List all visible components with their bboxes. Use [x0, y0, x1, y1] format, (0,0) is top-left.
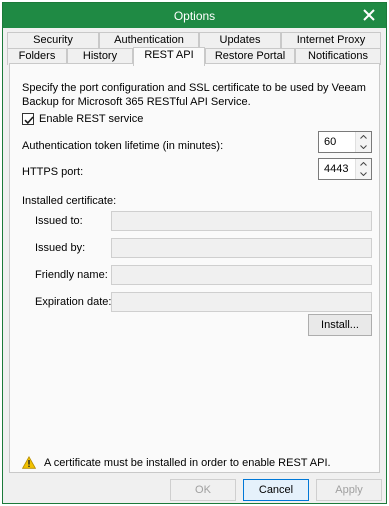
checkmark-icon	[24, 116, 34, 125]
expiration-date-label: Expiration date:	[35, 296, 112, 308]
certificate-warning: A certificate must be installed in order…	[22, 456, 331, 469]
tab-security[interactable]: Security	[7, 32, 99, 49]
issued-to-label: Issued to:	[35, 215, 83, 227]
tab-label: Notifications	[308, 50, 368, 62]
https-port-label: HTTPS port:	[22, 166, 84, 178]
enable-rest-service-checkbox[interactable]	[22, 113, 34, 125]
ok-button[interactable]: OK	[170, 479, 236, 501]
options-dialog: Options Security Authentication Updates …	[2, 2, 387, 504]
title-bar[interactable]: Options	[3, 3, 386, 28]
friendly-name-label: Friendly name:	[35, 269, 108, 281]
cancel-button[interactable]: Cancel	[243, 479, 309, 501]
token-lifetime-value[interactable]: 60	[324, 136, 336, 148]
installed-certificate-label: Installed certificate:	[22, 195, 117, 207]
tab-label: Restore Portal	[214, 50, 286, 62]
tab-label: Authentication	[114, 34, 184, 46]
token-lifetime-label: Authentication token lifetime (in minute…	[22, 140, 224, 152]
tab-label: Folders	[18, 50, 56, 62]
tab-label: Security	[33, 34, 73, 46]
stepper-buttons	[355, 159, 371, 179]
tab-updates[interactable]: Updates	[199, 32, 281, 49]
chevron-up-icon[interactable]	[356, 132, 371, 142]
tab-label: History	[82, 50, 118, 62]
enable-rest-service-row[interactable]: Enable REST service	[22, 113, 143, 125]
stepper-buttons	[355, 132, 371, 152]
warning-icon	[22, 456, 36, 469]
tab-label: Internet Proxy	[296, 34, 366, 46]
chevron-down-icon[interactable]	[356, 142, 371, 152]
tab-label: REST API	[144, 49, 194, 61]
https-port-value[interactable]: 4443	[324, 163, 348, 175]
install-button[interactable]: Install...	[308, 314, 372, 336]
expiration-date-field	[111, 292, 372, 312]
apply-button[interactable]: Apply	[316, 479, 382, 501]
tab-rest-api[interactable]: REST API	[133, 47, 205, 66]
issued-to-field	[111, 211, 372, 231]
window-title: Options	[173, 9, 216, 23]
close-icon[interactable]	[360, 6, 378, 24]
token-lifetime-stepper[interactable]: 60	[318, 131, 372, 153]
issued-by-field	[111, 238, 372, 258]
chevron-down-icon[interactable]	[356, 169, 371, 179]
warning-text: A certificate must be installed in order…	[44, 456, 331, 469]
tab-internet-proxy[interactable]: Internet Proxy	[281, 32, 381, 49]
rest-api-panel: Specify the port configuration and SSL c…	[9, 63, 380, 473]
chevron-up-icon[interactable]	[356, 159, 371, 169]
friendly-name-field	[111, 265, 372, 285]
tab-label: Updates	[219, 34, 261, 46]
https-port-stepper[interactable]: 4443	[318, 158, 372, 180]
description-text: Specify the port configuration and SSL c…	[22, 82, 366, 108]
issued-by-label: Issued by:	[35, 242, 86, 254]
enable-rest-service-label: Enable REST service	[39, 113, 144, 125]
